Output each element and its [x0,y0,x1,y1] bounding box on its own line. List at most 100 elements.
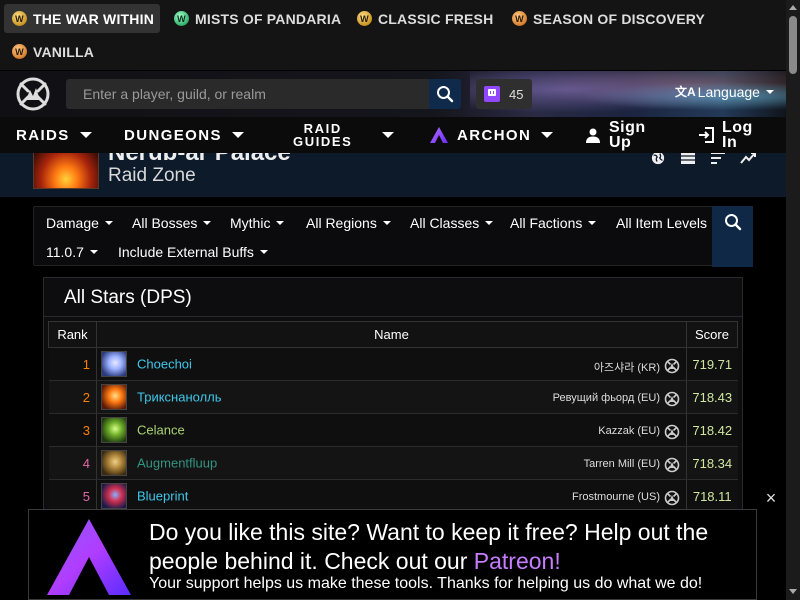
scroll-down-arrow-icon[interactable] [789,589,797,594]
wow-sod-icon: W [512,11,527,26]
wow-classic-fresh-icon: W [357,11,372,26]
name-cell: Blueprint Frostmourne (US) [96,479,687,513]
filter-search-button[interactable] [712,206,753,267]
chevron-down-icon [104,221,113,225]
page: W THE WAR WITHIN W MISTS OF PANDARIA W C… [0,0,800,600]
nav-archon[interactable]: ARCHON [430,117,554,153]
trend-chart-icon[interactable] [740,153,756,165]
game-tab-label: MISTS OF PANDARIA [195,10,342,27]
name-cell: Choechoi 아즈샤라 (KR) [96,347,687,381]
nav-log-in[interactable]: Log In [698,117,753,153]
chevron-down-icon [231,132,244,138]
globe-icon[interactable] [650,153,666,165]
twitch-count: 45 [509,86,524,102]
rankings-table: Rank Name Score 1 Choechoi 아즈샤라 (KR) 719.71… [48,321,738,513]
spec-icon [101,483,127,509]
name-cell: Трикснанолль Ревущий фьорд (EU) [96,380,687,414]
search-button[interactable] [429,79,461,109]
server-label: Tarren Mill (EU) [583,458,660,470]
game-tab-war-within[interactable]: W THE WAR WITHIN [4,4,161,33]
game-tab-mists[interactable]: W MISTS OF PANDARIA [166,4,347,33]
spec-icon [101,450,127,476]
filter-bosses[interactable]: All Bosses [132,213,212,233]
game-tab-label: SEASON OF DISCOVERY [533,10,706,27]
table-row[interactable]: 3 Celance Kazzak (EU) 718.42 [48,413,738,447]
list-view-icon[interactable] [710,153,726,165]
page-scrollbar[interactable] [786,0,800,600]
filter-classes[interactable]: All Classes [410,213,494,233]
filter-label: Damage [46,215,99,231]
column-header-name[interactable]: Name [96,321,687,348]
filter-difficulty[interactable]: Mythic [230,213,285,233]
column-header-rank[interactable]: Rank [48,321,97,348]
nav-raids[interactable]: RAIDS [16,117,92,153]
nav-label: ARCHON [457,126,532,144]
table-row[interactable]: 2 Трикснанолль Ревущий фьорд (EU) 718.43 [48,380,738,414]
game-tab-vanilla[interactable]: W VANILLA [4,37,100,66]
zone-subtitle: Raid Zone [108,165,196,186]
twitch-icon [484,86,500,102]
chevron-down-icon [765,89,774,94]
filter-item-levels[interactable]: All Item Levels [616,213,722,233]
filter-regions[interactable]: All Regions [306,213,391,233]
player-name-link[interactable]: Трикснанолль [137,390,222,405]
server-label: Kazzak (EU) [598,425,660,437]
language-selector[interactable]: 文A Language [675,83,774,100]
nav-dungeons[interactable]: DUNGEONS [124,117,244,153]
twitch-streams-button[interactable]: 45 [476,79,532,109]
column-header-score[interactable]: Score [686,321,738,348]
game-tabs: W THE WAR WITHIN W MISTS OF PANDARIA W C… [0,0,786,70]
chevron-down-icon [79,132,92,138]
table-row[interactable]: 1 Choechoi 아즈샤라 (KR) 719.71 [48,347,738,381]
spec-icon [101,417,127,443]
score-cell: 718.11 [686,479,738,513]
nav-label: Sign Up [609,120,646,151]
guild-emblem-icon [664,391,680,407]
scrollbar-thumb[interactable] [789,16,797,74]
zone-image [33,153,99,189]
wow-war-within-icon: W [12,11,27,26]
player-name-link[interactable]: Augmentfluup [137,456,217,471]
search-input[interactable]: Enter a player, guild, or realm [66,79,430,109]
nav-label-line: Up [609,134,632,151]
patreon-promo[interactable]: Do you like this site? Want to keep it f… [28,509,757,600]
ad-subtext: Your support helps us make these tools. … [149,575,703,592]
close-ad-button[interactable]: × [764,489,778,507]
site-logo-icon[interactable] [15,76,51,112]
game-tab-season-of-discovery[interactable]: W SEASON OF DISCOVERY [504,4,711,33]
filter-factions[interactable]: All Factions [510,213,597,233]
game-tab-classic-fresh[interactable]: W CLASSIC FRESH [349,4,499,33]
name-cell: Celance Kazzak (EU) [96,413,687,447]
table-row[interactable]: 5 Blueprint Frostmourne (US) 718.11 [48,479,738,513]
wow-mists-icon: W [174,11,189,26]
login-icon [699,127,714,143]
table-row[interactable]: 4 Augmentfluup Tarren Mill (EU) 718.34 [48,446,738,480]
site-header: Enter a player, guild, or realm 45 文A La… [0,71,786,117]
player-name-link[interactable]: Choechoi [137,357,192,372]
language-label: Language [697,83,760,100]
player-name-link[interactable]: Celance [137,423,185,438]
rank-cell: 5 [48,479,97,513]
search-icon [437,86,454,103]
filter-label: All Classes [410,215,480,231]
nav-sign-up[interactable]: Sign Up [585,117,646,153]
chevron-down-icon [382,221,391,225]
guild-emblem-icon [664,358,680,374]
name-cell: Augmentfluup Tarren Mill (EU) [96,446,687,480]
score-cell: 718.42 [686,413,738,447]
scroll-up-arrow-icon[interactable] [789,5,797,10]
filter-buffs[interactable]: Include External Buffs [118,242,268,262]
player-name-link[interactable]: Blueprint [137,489,188,504]
nav-raid-guides[interactable]: RAID GUIDES [293,117,395,153]
rank-cell: 3 [48,413,97,447]
filter-label: All Factions [510,215,583,231]
spec-icon [101,351,127,377]
wow-vanilla-icon: W [12,44,27,59]
filter-metric[interactable]: Damage [46,213,113,233]
table-view-icon[interactable] [680,153,696,165]
patreon-link[interactable]: Patreon! [474,548,561,574]
filter-patch[interactable]: 11.0.7 [46,242,98,262]
filter-label: Include External Buffs [118,244,254,260]
filter-label: Mythic [230,215,271,231]
nav-label-line: In [722,134,738,151]
